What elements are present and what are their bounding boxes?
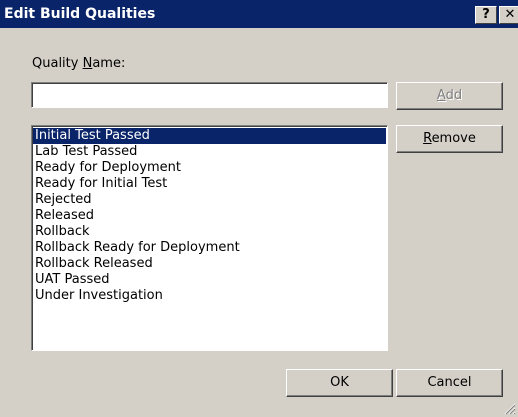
quality-name-input[interactable]	[31, 82, 388, 108]
list-item[interactable]: Rejected	[33, 192, 386, 208]
add-button[interactable]: Add	[396, 82, 503, 110]
title-bar[interactable]: Edit Build Qualities ? ✕	[0, 0, 518, 28]
quality-name-label: Quality Name:	[32, 56, 126, 71]
list-item[interactable]: Ready for Initial Test	[33, 176, 386, 192]
list-item[interactable]: Rollback	[33, 224, 386, 240]
list-item[interactable]: Under Investigation	[33, 288, 386, 304]
close-icon: ✕	[504, 7, 516, 22]
cancel-button[interactable]: Cancel	[396, 369, 503, 397]
remove-button[interactable]: Remove	[396, 125, 503, 153]
close-button[interactable]: ✕	[499, 6, 518, 24]
list-item[interactable]: Initial Test Passed	[33, 128, 386, 144]
list-item[interactable]: Released	[33, 208, 386, 224]
help-icon: ?	[482, 7, 490, 22]
qualities-list[interactable]: Initial Test Passed Lab Test Passed Ready …	[31, 125, 388, 351]
list-item[interactable]: Rollback Ready for Deployment	[33, 240, 386, 256]
list-item[interactable]: Rollback Released	[33, 256, 386, 272]
ok-button[interactable]: OK	[286, 369, 393, 397]
window-title: Edit Build Qualities	[4, 6, 156, 22]
help-button[interactable]: ?	[475, 6, 497, 24]
list-item[interactable]: Lab Test Passed	[33, 144, 386, 160]
list-item[interactable]: Ready for Deployment	[33, 160, 386, 176]
list-item[interactable]: UAT Passed	[33, 272, 386, 288]
resize-grip-icon[interactable]	[504, 403, 516, 415]
